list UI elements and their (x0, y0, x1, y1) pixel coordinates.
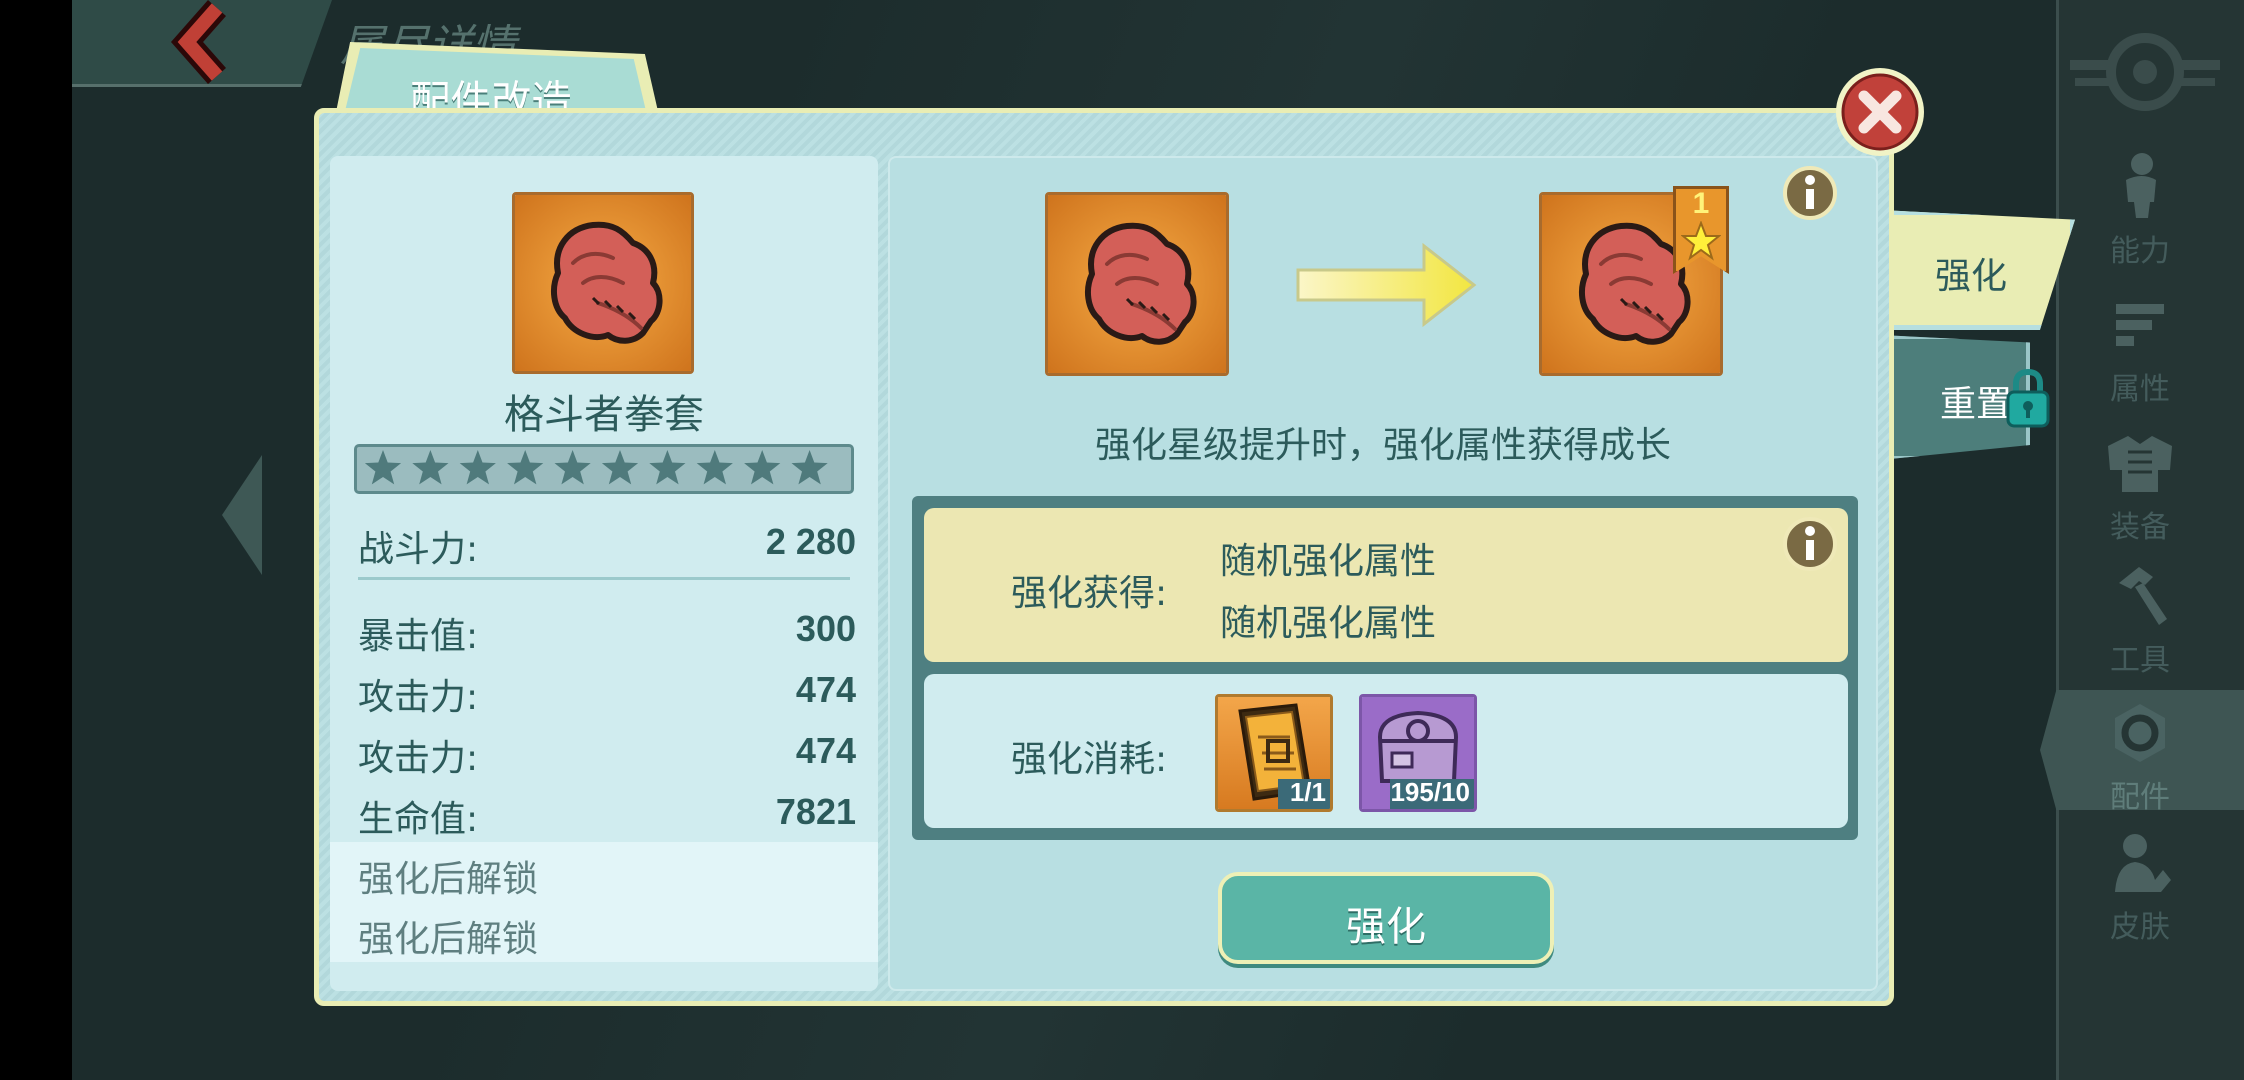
close-button[interactable] (1832, 64, 1928, 164)
upgrade-description: 强化星级提升时，强化属性获得成长 (1094, 425, 1671, 466)
nav-tab-equipment[interactable]: 装备 (2060, 430, 2220, 560)
nav-tab-ability[interactable]: 能力 (2060, 150, 2220, 280)
side-tab-enhance-label: 强化 (1935, 256, 2008, 297)
star-level-number: 1 (1692, 187, 1710, 220)
cost-item-card[interactable]: 1/1 (1215, 694, 1333, 812)
vault-gear-logo-icon (2070, 33, 2220, 111)
hammer-icon (2119, 567, 2167, 625)
rating-star-icon (601, 450, 639, 485)
stat-label: 攻击力: (358, 738, 479, 779)
info-button-top[interactable] (1782, 165, 1838, 225)
enhance-button[interactable]: 强化 (1218, 872, 1554, 964)
enhance-button-label: 强化 (1346, 904, 1426, 950)
nav-label: 工具 (2110, 643, 2170, 678)
skin-person-icon (2115, 834, 2171, 892)
star-icon (1681, 221, 1721, 261)
rating-star-icon (364, 450, 402, 485)
star-rating-bar (354, 444, 854, 494)
stat-value: 474 (795, 730, 856, 771)
cost-label: 强化消耗: (1011, 739, 1168, 780)
locked-attribute-line: 强化后解锁 (358, 859, 539, 900)
nav-tab-attributes[interactable]: 属性 (2060, 298, 2220, 428)
rating-star-icon (649, 450, 686, 485)
gain-label: 强化获得: (1011, 573, 1168, 614)
rating-star-icon (791, 450, 828, 485)
stat-value: 300 (795, 608, 856, 649)
gain-item: 随机强化属性 (1220, 603, 1437, 644)
item-name: 格斗者拳套 (504, 392, 704, 438)
cost-count: 195/10 (1390, 777, 1470, 807)
info-button-gain[interactable] (1782, 516, 1838, 576)
attribute-bars-icon (2116, 304, 2164, 346)
padlock-icon (2006, 368, 2050, 428)
divider (358, 577, 850, 580)
stat-label: 暴击值: (358, 616, 479, 657)
nav-label: 属性 (2110, 372, 2170, 407)
rating-star-icon (696, 450, 733, 485)
gear-part-icon (2115, 704, 2165, 762)
info-icon (1783, 166, 1837, 220)
info-icon (1783, 517, 1837, 571)
rating-star-icon (459, 450, 496, 485)
gear-crate-icon (1377, 710, 1459, 783)
rating-star-icon (554, 450, 591, 485)
stat-value: 7821 (775, 791, 856, 832)
back-chevron-icon (170, 0, 226, 84)
close-x-icon (1836, 68, 1924, 156)
nav-label: 装备 (2110, 510, 2170, 545)
rating-star-icon (744, 450, 781, 485)
left-page-arrow-icon[interactable] (212, 445, 272, 585)
person-icon (2126, 153, 2156, 218)
locked-attribute-line: 强化后解锁 (358, 919, 539, 960)
current-item-frame (1045, 192, 1229, 376)
upgrade-arrow-icon (1296, 242, 1477, 328)
gain-item: 随机强化属性 (1220, 541, 1437, 582)
stat-label: 攻击力: (358, 677, 479, 718)
nav-tab-skin[interactable]: 皮肤 (2060, 830, 2220, 960)
stat-value: 474 (795, 669, 856, 710)
back-button[interactable] (72, 0, 332, 87)
item-icon-frame (512, 192, 694, 374)
rating-star-icon (507, 450, 544, 485)
cost-item-crate[interactable]: 195/10 (1359, 694, 1477, 812)
power-label: 战斗力: (358, 529, 479, 570)
rating-star-icon (412, 450, 449, 485)
nav-label: 皮肤 (2110, 910, 2170, 945)
stat-label: 生命值: (358, 799, 479, 840)
cost-count: 1/1 (1289, 777, 1326, 807)
armor-icon (2108, 436, 2172, 492)
power-value: 2 280 (765, 521, 856, 562)
nav-label: 配件 (2110, 780, 2170, 815)
nav-tab-parts[interactable]: 配件 (2060, 700, 2220, 830)
nav-label: 能力 (2110, 234, 2170, 269)
nav-tab-tools[interactable]: 工具 (2060, 563, 2220, 693)
